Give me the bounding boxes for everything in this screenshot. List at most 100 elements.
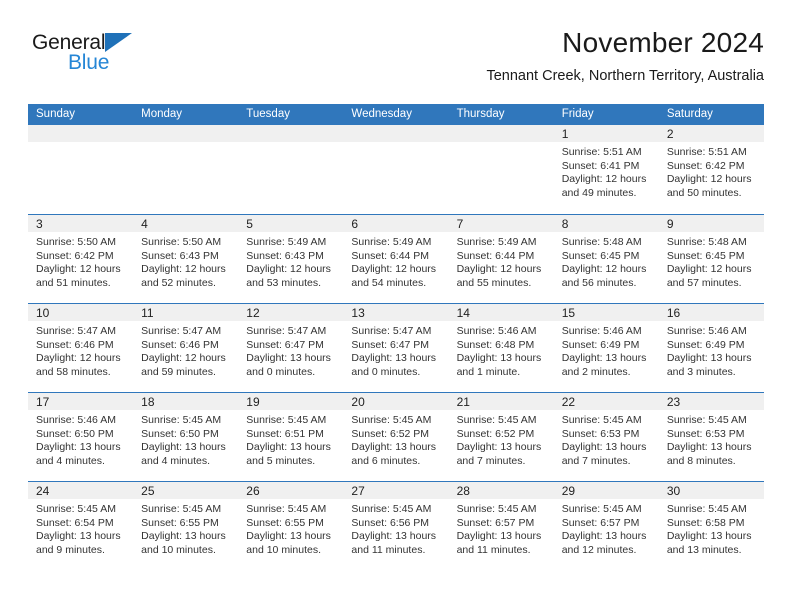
sunset-text: Sunset: 6:46 PM (141, 338, 219, 351)
sunrise-text: Sunrise: 5:45 AM (456, 503, 537, 515)
day-number-band: 10 (28, 304, 134, 321)
day-number: 9 (666, 217, 674, 231)
daylight-text: Daylight: 13 hours and 2 minutes. (561, 352, 647, 378)
calendar-day-cell[interactable]: 18 Sunrise: 5:45 AM Sunset: 6:50 PM Dayligh… (133, 393, 239, 481)
day-details: Sunrise: 5:45 AM Sunset: 6:52 PM Daylight:… (343, 410, 448, 468)
sunset-text: Sunset: 6:43 PM (141, 249, 219, 262)
day-number-band: 11 (133, 304, 239, 321)
calendar-page: General Blue November 2024 Tennant Creek… (0, 0, 792, 612)
calendar-day-cell[interactable]: 10 Sunrise: 5:47 AM Sunset: 6:46 PM Dayligh… (28, 304, 134, 392)
day-details: Sunrise: 5:45 AM Sunset: 6:55 PM Daylight:… (238, 499, 343, 557)
calendar-day-cell-empty (448, 125, 554, 214)
calendar-day-cell[interactable]: 5 Sunrise: 5:49 AM Sunset: 6:43 PM Daylight… (238, 215, 344, 303)
day-number-band: 21 (448, 393, 554, 410)
brand-logo[interactable]: General Blue (32, 32, 242, 74)
day-number: 23 (666, 395, 681, 409)
calendar-day-cell[interactable]: 28 Sunrise: 5:45 AM Sunset: 6:57 PM Dayligh… (448, 482, 554, 570)
sunset-text: Sunset: 6:58 PM (666, 516, 745, 529)
sunrise-text: Sunrise: 5:51 AM (666, 146, 747, 158)
calendar-day-cell[interactable]: 29 Sunrise: 5:45 AM Sunset: 6:57 PM Dayligh… (553, 482, 659, 570)
calendar-day-cell[interactable]: 25 Sunrise: 5:45 AM Sunset: 6:55 PM Dayligh… (133, 482, 239, 570)
daylight-text: Daylight: 12 hours and 51 minutes. (36, 263, 121, 289)
calendar-day-cell[interactable]: 7 Sunrise: 5:49 AM Sunset: 6:44 PM Daylight… (448, 215, 554, 303)
day-number-band: 20 (343, 393, 449, 410)
daylight-text: Daylight: 13 hours and 13 minutes. (666, 530, 752, 556)
sunrise-text: Sunrise: 5:49 AM (456, 236, 537, 248)
sunset-text: Sunset: 6:49 PM (666, 338, 745, 351)
calendar-day-cell[interactable]: 16 Sunrise: 5:46 AM Sunset: 6:49 PM Dayligh… (658, 304, 764, 392)
day-number: 25 (141, 484, 155, 498)
calendar-day-cell[interactable]: 12 Sunrise: 5:47 AM Sunset: 6:47 PM Dayligh… (238, 304, 344, 392)
sunrise-text: Sunrise: 5:45 AM (456, 414, 537, 426)
day-number-band: 26 (238, 482, 344, 499)
calendar-day-cell[interactable]: 19 Sunrise: 5:45 AM Sunset: 6:51 PM Dayligh… (238, 393, 344, 481)
day-details: Sunrise: 5:45 AM Sunset: 6:57 PM Daylight:… (449, 499, 554, 557)
daylight-text: Daylight: 13 hours and 3 minutes. (666, 352, 752, 378)
sunrise-text: Sunrise: 5:48 AM (666, 236, 747, 248)
calendar-day-cell[interactable]: 1 Sunrise: 5:51 AM Sunset: 6:41 PM Daylight… (553, 125, 659, 214)
day-number-band: 13 (343, 304, 449, 321)
calendar-day-cell[interactable]: 26 Sunrise: 5:45 AM Sunset: 6:55 PM Dayligh… (238, 482, 344, 570)
sunrise-text: Sunrise: 5:46 AM (666, 325, 747, 337)
day-number: 26 (246, 484, 260, 498)
sunset-text: Sunset: 6:42 PM (36, 249, 114, 262)
sunset-text: Sunset: 6:49 PM (561, 338, 640, 351)
calendar-day-cell[interactable]: 17 Sunrise: 5:46 AM Sunset: 6:50 PM Dayligh… (28, 393, 134, 481)
calendar-day-cell[interactable]: 4 Sunrise: 5:50 AM Sunset: 6:43 PM Daylight… (133, 215, 239, 303)
daylight-text: Daylight: 13 hours and 11 minutes. (351, 530, 437, 556)
sunset-text: Sunset: 6:56 PM (351, 516, 430, 529)
calendar-day-cell[interactable]: 23 Sunrise: 5:45 AM Sunset: 6:53 PM Dayligh… (658, 393, 764, 481)
calendar-day-cell[interactable]: 2 Sunrise: 5:51 AM Sunset: 6:42 PM Daylight… (658, 125, 764, 214)
calendar-day-cell[interactable]: 30 Sunrise: 5:45 AM Sunset: 6:58 PM Dayligh… (658, 482, 764, 570)
day-number-band: 1 (553, 125, 659, 142)
day-details: Sunrise: 5:47 AM Sunset: 6:47 PM Daylight:… (238, 321, 343, 379)
sunrise-text: Sunrise: 5:46 AM (561, 325, 642, 337)
calendar-day-cell[interactable]: 27 Sunrise: 5:45 AM Sunset: 6:56 PM Dayligh… (343, 482, 449, 570)
day-number-band: 24 (28, 482, 134, 499)
sunrise-text: Sunrise: 5:45 AM (351, 414, 432, 426)
day-details: Sunrise: 5:48 AM Sunset: 6:45 PM Daylight:… (659, 232, 764, 290)
day-number-band: 5 (238, 215, 344, 232)
calendar-weeks: 1 Sunrise: 5:51 AM Sunset: 6:41 PM Daylight… (28, 125, 764, 570)
sunset-text: Sunset: 6:51 PM (246, 427, 324, 440)
sunrise-text: Sunrise: 5:47 AM (246, 325, 327, 337)
day-number: 21 (456, 395, 470, 409)
calendar-day-cell[interactable]: 9 Sunrise: 5:48 AM Sunset: 6:45 PM Daylight… (658, 215, 764, 303)
weekday-header-row: Sunday Monday Tuesday Wednesday Thursday… (28, 104, 764, 125)
sunset-text: Sunset: 6:54 PM (36, 516, 114, 529)
calendar-day-cell[interactable]: 6 Sunrise: 5:49 AM Sunset: 6:44 PM Daylight… (343, 215, 449, 303)
calendar-day-cell[interactable]: 22 Sunrise: 5:45 AM Sunset: 6:53 PM Dayligh… (553, 393, 659, 481)
title-block: November 2024 Tennant Creek, Northern Te… (486, 26, 764, 86)
day-number: 13 (351, 306, 365, 320)
calendar-day-cell[interactable]: 11 Sunrise: 5:47 AM Sunset: 6:46 PM Dayligh… (133, 304, 239, 392)
sunrise-text: Sunrise: 5:47 AM (36, 325, 116, 337)
day-number-band: 19 (238, 393, 344, 410)
calendar-day-cell[interactable]: 15 Sunrise: 5:46 AM Sunset: 6:49 PM Dayligh… (553, 304, 659, 392)
calendar-day-cell[interactable]: 21 Sunrise: 5:45 AM Sunset: 6:52 PM Dayligh… (448, 393, 554, 481)
calendar-day-cell[interactable]: 13 Sunrise: 5:47 AM Sunset: 6:47 PM Dayligh… (343, 304, 449, 392)
day-details: Sunrise: 5:50 AM Sunset: 6:42 PM Daylight:… (28, 232, 133, 290)
sunrise-text: Sunrise: 5:45 AM (561, 503, 642, 515)
sunset-text: Sunset: 6:53 PM (561, 427, 640, 440)
sunset-text: Sunset: 6:52 PM (456, 427, 535, 440)
sunrise-text: Sunrise: 5:45 AM (36, 503, 116, 515)
sunset-text: Sunset: 6:57 PM (456, 516, 535, 529)
calendar-day-cell[interactable]: 20 Sunrise: 5:45 AM Sunset: 6:52 PM Dayligh… (343, 393, 449, 481)
sunrise-text: Sunrise: 5:45 AM (666, 503, 747, 515)
calendar-day-cell[interactable]: 8 Sunrise: 5:48 AM Sunset: 6:45 PM Daylight… (553, 215, 659, 303)
calendar-day-cell[interactable]: 24 Sunrise: 5:45 AM Sunset: 6:54 PM Dayligh… (28, 482, 134, 570)
day-details: Sunrise: 5:45 AM Sunset: 6:52 PM Daylight:… (449, 410, 554, 468)
weekday-header-monday: Monday (141, 108, 183, 120)
sunrise-text: Sunrise: 5:45 AM (246, 503, 327, 515)
day-details: Sunrise: 5:45 AM Sunset: 6:53 PM Daylight:… (659, 410, 764, 468)
day-number-band: 25 (133, 482, 239, 499)
daylight-text: Daylight: 12 hours and 53 minutes. (246, 263, 331, 289)
calendar-day-cell[interactable]: 3 Sunrise: 5:50 AM Sunset: 6:42 PM Daylight… (28, 215, 134, 303)
day-number-band (28, 125, 134, 142)
day-number-band: 6 (343, 215, 449, 232)
calendar-day-cell[interactable]: 14 Sunrise: 5:46 AM Sunset: 6:48 PM Dayligh… (448, 304, 554, 392)
sunrise-text: Sunrise: 5:45 AM (666, 414, 747, 426)
sunrise-text: Sunrise: 5:46 AM (456, 325, 537, 337)
daylight-text: Daylight: 13 hours and 5 minutes. (246, 441, 331, 467)
day-number-band (343, 125, 449, 142)
